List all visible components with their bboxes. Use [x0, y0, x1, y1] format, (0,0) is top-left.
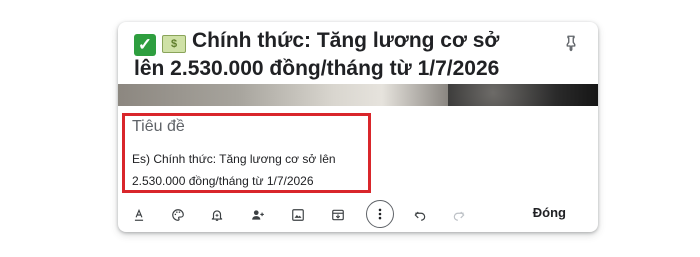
note-toolbar: Đóng [118, 200, 598, 232]
pin-icon[interactable] [562, 34, 580, 52]
image-icon[interactable] [287, 204, 309, 226]
note-image-shade [448, 84, 598, 106]
highlight-box [122, 113, 371, 193]
note-title-text: Chính thức: Tăng lương cơ sở lên 2.530.0… [134, 29, 500, 80]
undo-icon[interactable] [409, 204, 431, 226]
note-image[interactable] [118, 84, 598, 106]
more-options-button[interactable] [366, 200, 394, 228]
money-emoji-icon: $ [162, 35, 186, 53]
text-format-icon[interactable] [128, 204, 150, 226]
reminder-icon[interactable] [206, 204, 228, 226]
note-title[interactable]: ✓ $ Chính thức: Tăng lương cơ sở lên 2.530… [134, 28, 534, 82]
archive-icon[interactable] [327, 204, 349, 226]
palette-icon[interactable] [167, 204, 189, 226]
collaborator-icon[interactable] [247, 204, 269, 226]
redo-icon[interactable] [448, 204, 470, 226]
more-icon [378, 208, 382, 220]
check-mark-emoji-icon: ✓ [134, 34, 156, 56]
close-button[interactable]: Đóng [533, 205, 566, 220]
